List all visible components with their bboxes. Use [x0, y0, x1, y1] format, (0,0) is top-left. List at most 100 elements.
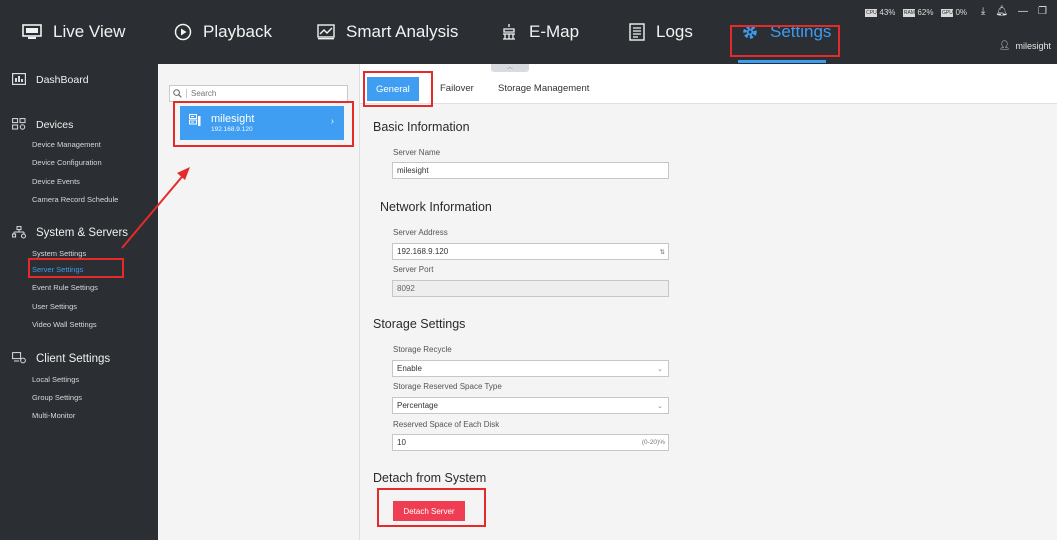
general-tab-highlight-box [363, 71, 433, 107]
server-address-value: 192.168.9.120 [397, 247, 449, 256]
server-card-highlight-box [173, 101, 354, 147]
gpu-value: 0% [955, 8, 967, 17]
search-box[interactable] [169, 85, 348, 102]
server-address-label: Server Address [393, 228, 448, 237]
server-settings-highlight-box [28, 258, 124, 278]
search-divider [186, 89, 187, 98]
sidebar-item-video-wall-settings[interactable]: Video Wall Settings [32, 320, 97, 329]
server-settings-main: ︿ General Failover Storage Management Ba… [360, 64, 1057, 540]
network-servers-icon [12, 226, 28, 240]
app-window: Live View Playback Smart Analysis E-Map … [0, 0, 1057, 540]
chevron-down-icon: ⌄ [657, 365, 663, 373]
detach-button-highlight-box [377, 488, 486, 527]
server-list-panel: milesight 192.168.9.120 › [158, 64, 360, 540]
storage-recycle-value: Enable [397, 364, 422, 373]
network-information-title: Network Information [380, 200, 492, 214]
nav-logs[interactable]: Logs [629, 0, 693, 64]
sidebar-dashboard-label: DashBoard [36, 74, 89, 86]
sidebar-item-device-events[interactable]: Device Events [32, 177, 80, 186]
restore-icon[interactable]: ❐ [1038, 6, 1047, 17]
reserved-space-value: 10 [397, 438, 406, 447]
reserved-type-label: Storage Reserved Space Type [393, 382, 502, 391]
download-icon[interactable]: ⤓ [981, 6, 985, 17]
reserved-space-range: (0-20)% [641, 439, 665, 446]
sidebar-item-multi-monitor[interactable]: Multi-Monitor [32, 411, 75, 420]
top-navigation-bar: Live View Playback Smart Analysis E-Map … [0, 0, 1057, 64]
sidebar: DashBoard Devices Device Management Devi… [0, 64, 158, 540]
server-name-field[interactable]: milesight [392, 162, 669, 179]
bell-icon[interactable]: 🔔︎ [995, 6, 1008, 17]
server-name-value: milesight [397, 166, 429, 175]
settings-highlight-box [730, 25, 840, 57]
reserved-type-select[interactable]: Percentage ⌄ [392, 397, 669, 414]
sidebar-system-header: System & Servers [12, 226, 128, 240]
tab-storage-management[interactable]: Storage Management [498, 77, 589, 99]
nav-e-map-label: E-Map [529, 22, 580, 41]
server-address-field[interactable]: 192.168.9.120 ⇅ [392, 243, 669, 260]
nav-playback[interactable]: Playback [174, 0, 272, 64]
devices-icon [12, 118, 28, 132]
sidebar-item-device-configuration[interactable]: Device Configuration [32, 158, 102, 167]
nav-live-view[interactable]: Live View [22, 0, 125, 64]
chevron-down-icon: ⌄ [657, 402, 663, 410]
ram-stat: RAM 62% [903, 8, 933, 17]
nav-live-view-label: Live View [53, 22, 126, 41]
map-icon [500, 23, 518, 41]
gpu-chip-icon: GPU [941, 8, 954, 17]
window-controls: ⤓ 🔔︎ — ❐ [981, 6, 1047, 17]
play-circle-icon [174, 23, 192, 41]
sidebar-item-device-management[interactable]: Device Management [32, 140, 101, 149]
sidebar-client-title: Client Settings [36, 353, 111, 365]
nav-e-map[interactable]: E-Map [500, 0, 579, 64]
storage-recycle-select[interactable]: Enable ⌄ [392, 360, 669, 377]
tab-bar: ︿ General Failover Storage Management [360, 64, 1057, 107]
ram-value: 62% [917, 8, 934, 17]
basic-information-title: Basic Information [373, 120, 470, 134]
cpu-value: 43% [879, 8, 896, 17]
user-name: milesight [1015, 40, 1051, 51]
search-icon [173, 85, 182, 103]
server-port-field: 8092 [392, 280, 669, 297]
server-port-label: Server Port [393, 265, 434, 274]
reserved-space-label: Reserved Space of Each Disk [393, 420, 500, 429]
user-menu[interactable]: 👤︎ milesight [999, 40, 1051, 51]
storage-recycle-label: Storage Recycle [393, 345, 452, 354]
sidebar-devices-header: Devices [12, 118, 73, 132]
monitor-icon [22, 24, 42, 40]
sidebar-devices-title: Devices [36, 119, 74, 131]
reserved-type-value: Percentage [397, 401, 438, 410]
user-icon: 👤︎ [999, 40, 1011, 50]
cpu-stat: CPU 43% [865, 8, 895, 17]
sidebar-item-group-settings[interactable]: Group Settings [32, 393, 82, 402]
edit-address-icon[interactable]: ⇅ [660, 248, 665, 256]
logs-icon [629, 23, 645, 41]
reserved-space-input[interactable]: 10 (0-20)% [392, 434, 669, 451]
nav-playback-label: Playback [203, 22, 272, 41]
server-name-label: Server Name [393, 148, 441, 157]
line-chart-icon [317, 24, 335, 40]
sidebar-item-camera-record-schedule[interactable]: Camera Record Schedule [32, 195, 118, 204]
gpu-stat: GPU 0% [941, 8, 967, 17]
nav-smart-analysis[interactable]: Smart Analysis [317, 0, 458, 64]
active-tab-underline [738, 60, 826, 63]
server-port-value: 8092 [397, 284, 415, 293]
system-stats: CPU 43% RAM 62% GPU 0% [865, 8, 967, 17]
sidebar-item-local-settings[interactable]: Local Settings [32, 375, 79, 384]
sidebar-system-title: System & Servers [36, 227, 129, 239]
dashboard-icon [12, 73, 28, 87]
search-input[interactable] [191, 89, 341, 98]
sidebar-client-header: Client Settings [12, 352, 110, 366]
sidebar-item-user-settings[interactable]: User Settings [32, 302, 77, 311]
sidebar-item-event-rule-settings[interactable]: Event Rule Settings [32, 283, 98, 292]
nav-smart-analysis-label: Smart Analysis [346, 22, 459, 41]
tab-failover[interactable]: Failover [440, 77, 474, 99]
sidebar-dashboard[interactable]: DashBoard [12, 73, 89, 87]
minimize-icon[interactable]: — [1018, 6, 1028, 17]
cpu-chip-icon: CPU [865, 8, 878, 17]
detach-section-title: Detach from System [373, 471, 487, 485]
ram-chip-icon: RAM [903, 8, 916, 17]
sidebar-item-system-settings[interactable]: System Settings [32, 249, 86, 258]
storage-settings-title: Storage Settings [373, 317, 466, 331]
nav-logs-label: Logs [656, 22, 693, 41]
collapse-handle-icon[interactable]: ︿ [491, 64, 529, 72]
